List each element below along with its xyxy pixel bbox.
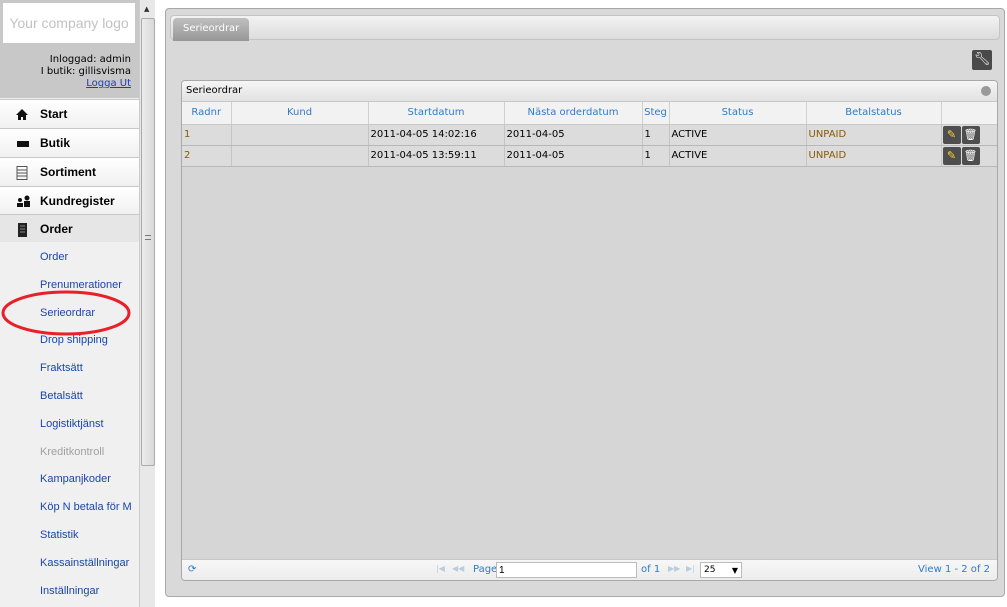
first-page-icon[interactable]: |◀ — [436, 564, 445, 573]
menu-item-order[interactable]: Order — [0, 214, 139, 242]
trash-icon: 🗑︎ — [963, 148, 978, 162]
delete-button[interactable]: 🗑︎ — [961, 146, 980, 165]
submenu-item[interactable]: Kampanjkoder — [40, 473, 111, 485]
tab-serieordrar[interactable]: Serieordrar — [173, 18, 250, 41]
submenu-item[interactable]: Betalsätt — [40, 390, 83, 402]
table-cell: 2011-04-05 — [504, 145, 643, 167]
table-cell: 2011-04-05 — [504, 124, 643, 146]
main-panel: Serieordrar 🔧︎ Serieordrar Radnr Kund Star… — [165, 8, 1005, 597]
grid-pager: ⟳ |◀ ◀◀ Page of 1 ▶▶ ▶| 25▼ View 1 - 2 o… — [182, 559, 997, 580]
submenu-item[interactable]: Fraktsätt — [40, 362, 83, 374]
edit-button[interactable]: ✎ — [942, 146, 961, 165]
submenu-item[interactable]: Order — [40, 251, 68, 263]
view-count: View 1 - 2 of 2 — [918, 564, 990, 575]
logged-in-label: Inloggad: admin — [49, 54, 131, 65]
column-header[interactable]: Status — [669, 102, 807, 125]
column-header[interactable]: Nästa orderdatum — [504, 102, 643, 125]
menu-item-start[interactable]: Start — [0, 99, 139, 127]
column-header[interactable]: Kund — [231, 102, 369, 125]
scrollbar-thumb[interactable] — [141, 18, 155, 466]
grid-title: Serieordrar — [186, 85, 243, 96]
tab-bar: Serieordrar — [170, 15, 1000, 41]
document-icon — [16, 222, 30, 237]
serieordrar-grid: Serieordrar Radnr Kund Startdatum Nästa ord… — [181, 80, 998, 581]
edit-button[interactable]: ✎ — [942, 125, 961, 144]
table-cell: 2011-04-05 13:59:11 — [368, 145, 505, 167]
grip-icon — [145, 235, 151, 240]
menu-item-kundregister[interactable]: Kundregister — [0, 186, 139, 214]
table-cell — [231, 124, 369, 146]
submenu-item[interactable]: Inställningar — [40, 585, 99, 597]
home-icon — [16, 108, 30, 120]
table-cell: 1 — [642, 145, 670, 167]
column-header[interactable] — [941, 102, 997, 125]
company-logo: Your company logo — [3, 3, 135, 43]
submenu-item[interactable]: Köp N betala för M — [40, 501, 132, 513]
row-actions: ✎ 🗑︎ — [941, 124, 997, 146]
list-icon — [16, 165, 30, 180]
column-header[interactable]: Betalstatus — [806, 102, 942, 125]
users-icon — [16, 195, 30, 207]
delete-button[interactable]: 🗑︎ — [961, 125, 980, 144]
pencil-icon: ✎ — [946, 148, 957, 162]
last-page-icon[interactable]: ▶| — [686, 564, 695, 573]
refresh-icon[interactable]: ⟳ — [188, 564, 196, 575]
column-header[interactable]: Radnr — [182, 102, 232, 125]
table-cell: ACTIVE — [669, 124, 807, 146]
submenu-item[interactable]: Kassainställningar — [40, 557, 129, 569]
table-cell: UNPAID — [806, 124, 942, 146]
column-header[interactable]: Startdatum — [368, 102, 505, 125]
prev-page-icon[interactable]: ◀◀ — [452, 564, 464, 573]
next-page-icon[interactable]: ▶▶ — [668, 564, 680, 573]
store-label: I butik: gillisvisma — [40, 66, 131, 77]
page-count: of 1 — [641, 564, 661, 575]
chevron-down-icon: ▼ — [731, 566, 738, 575]
scroll-up-icon[interactable]: ▲ — [144, 5, 149, 13]
page-label: Page — [473, 564, 498, 575]
table-cell: 2011-04-05 14:02:16 — [368, 124, 505, 146]
table-cell: 2 — [182, 145, 232, 167]
menu-item-butik[interactable]: Butik — [0, 128, 139, 156]
table-row[interactable]: 2 2011-04-05 13:59:11 2011-04-05 1 ACTIVE UNP… — [182, 145, 997, 167]
logout-link[interactable]: Logga Ut — [86, 78, 131, 89]
table-row[interactable]: 1 2011-04-05 14:02:16 2011-04-05 1 ACTIVE UNP… — [182, 124, 997, 146]
settings-button[interactable]: 🔧︎ — [972, 50, 992, 70]
wrench-icon: 🔧︎ — [973, 52, 991, 67]
table-cell: ACTIVE — [669, 145, 807, 167]
store-icon — [16, 137, 30, 149]
table-cell: 1 — [642, 124, 670, 146]
submenu-item[interactable]: Statistik — [40, 529, 79, 541]
rows-per-page-select[interactable]: 25 ▼ — [700, 562, 742, 578]
submenu-item[interactable]: Logistiktjänst — [40, 418, 104, 430]
pencil-icon: ✎ — [946, 127, 957, 141]
table-cell — [231, 145, 369, 167]
collapse-icon[interactable] — [981, 86, 991, 96]
column-header[interactable]: Steg — [642, 102, 670, 125]
menu-item-sortiment[interactable]: Sortiment — [0, 157, 139, 185]
sidebar-scrollbar[interactable]: ▲ — [139, 0, 155, 607]
submenu-item: Kreditkontroll — [40, 445, 105, 458]
table-cell: 1 — [182, 124, 232, 146]
sidebar: Your company logo Inloggad: admin I buti… — [0, 0, 139, 607]
highlight-circle — [1, 290, 131, 336]
trash-icon: 🗑︎ — [963, 127, 978, 141]
row-actions: ✎ 🗑︎ — [941, 145, 997, 167]
table-cell: UNPAID — [806, 145, 942, 167]
page-input[interactable] — [496, 562, 637, 578]
